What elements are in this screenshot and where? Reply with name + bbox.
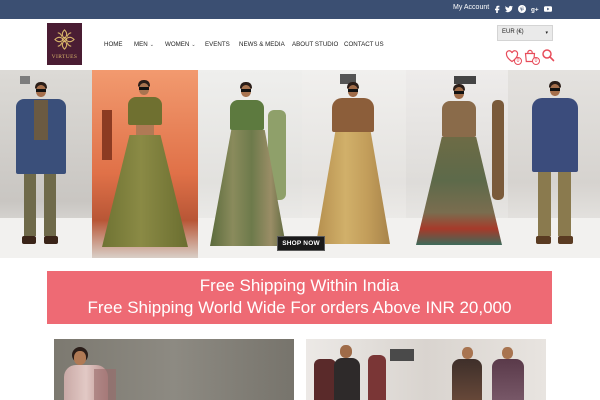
twitter-icon[interactable] bbox=[504, 3, 514, 15]
nav-men-label: MEN bbox=[134, 41, 148, 48]
facebook-icon[interactable] bbox=[492, 3, 502, 15]
nav-home[interactable]: HOME bbox=[104, 41, 123, 48]
nav-events[interactable]: EVENTS bbox=[205, 41, 230, 48]
nav-home-label: HOME bbox=[104, 41, 123, 48]
top-bar: My Account g+ bbox=[0, 0, 600, 19]
caret-down-icon: ▾ bbox=[545, 30, 548, 36]
runway-photo-4 bbox=[302, 70, 406, 258]
hero-runway-banner[interactable] bbox=[0, 70, 600, 258]
runway-photo-6 bbox=[508, 70, 600, 258]
site-header: VIRTUES HOME MEN ⌄ WOMEN ⌄ EVENTS NEWS &… bbox=[0, 19, 600, 70]
collection-tile-right[interactable] bbox=[306, 339, 546, 400]
youtube-icon[interactable] bbox=[543, 3, 553, 15]
chevron-down-icon: ⌄ bbox=[191, 41, 196, 48]
nav-news-media-label: NEWS & MEDIA bbox=[239, 41, 285, 48]
currency-value: EUR (€) bbox=[502, 29, 524, 35]
promo-line-india: Free Shipping Within India bbox=[199, 276, 400, 295]
free-shipping-banner: Free Shipping Within India Free Shipping… bbox=[47, 271, 552, 324]
wishlist-count-badge: 0 bbox=[514, 57, 522, 65]
my-account-link[interactable]: My Account bbox=[453, 4, 489, 11]
virtues-logo[interactable]: VIRTUES bbox=[47, 23, 82, 65]
nav-women-label: WOMEN bbox=[165, 41, 190, 48]
pinterest-icon[interactable] bbox=[517, 3, 527, 15]
svg-text:g+: g+ bbox=[531, 6, 539, 13]
nav-about-studio-label: ABOUT STUDIO bbox=[292, 41, 339, 48]
runway-photo-3 bbox=[198, 70, 302, 258]
search-icon bbox=[542, 49, 555, 62]
chevron-down-icon: ⌄ bbox=[149, 41, 154, 48]
nav-contact-us-label: CONTACT US bbox=[344, 41, 384, 48]
search-button[interactable] bbox=[541, 48, 555, 62]
nav-women[interactable]: WOMEN ⌄ bbox=[165, 41, 196, 48]
runway-photo-1 bbox=[0, 70, 92, 258]
wishlist-button[interactable]: 0 bbox=[505, 49, 522, 65]
logo-text: VIRTUES bbox=[51, 54, 78, 60]
nav-events-label: EVENTS bbox=[205, 41, 230, 48]
currency-select[interactable]: EUR (€) ▾ bbox=[497, 25, 553, 41]
google-plus-icon[interactable]: g+ bbox=[530, 3, 540, 15]
shop-now-button[interactable]: SHOP NOW bbox=[277, 236, 325, 251]
nav-men[interactable]: MEN ⌄ bbox=[134, 41, 154, 48]
logo-emblem-icon bbox=[54, 29, 75, 50]
cart-button[interactable]: 0 bbox=[523, 49, 540, 65]
runway-photo-2 bbox=[92, 70, 198, 258]
promo-line-worldwide: Free Shipping World Wide For orders Abov… bbox=[87, 298, 512, 317]
cart-count-badge: 0 bbox=[532, 57, 540, 65]
collection-tile-left[interactable] bbox=[54, 339, 294, 400]
nav-contact-us[interactable]: CONTACT US bbox=[344, 41, 384, 48]
runway-photo-5 bbox=[406, 70, 508, 258]
nav-about-studio[interactable]: ABOUT STUDIO bbox=[292, 41, 338, 48]
nav-news-media[interactable]: NEWS & MEDIA bbox=[239, 41, 285, 48]
